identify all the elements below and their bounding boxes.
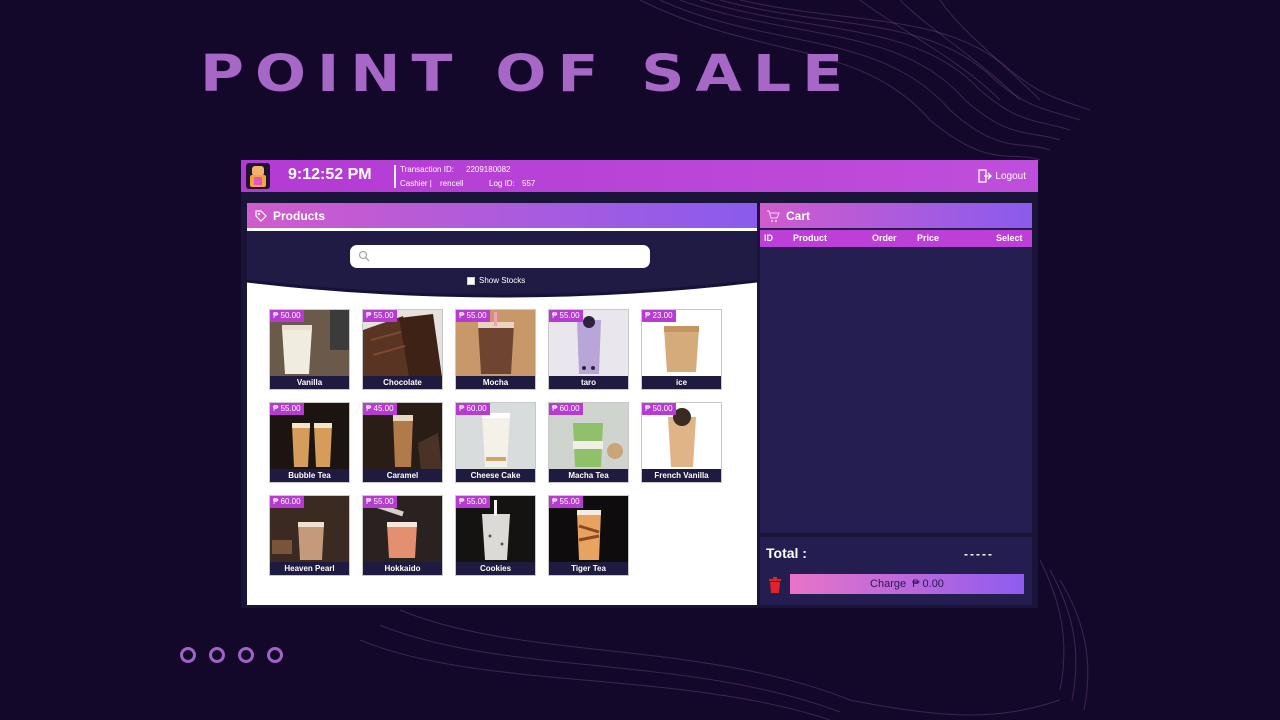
logout-icon (978, 169, 993, 183)
logout-label: Logout (995, 170, 1026, 182)
cart-icon (767, 209, 780, 222)
col-order: Order (872, 233, 897, 243)
product-name: Caramel (363, 469, 442, 482)
search-icon (358, 250, 370, 262)
logout-button[interactable]: Logout (978, 169, 1026, 183)
pagination-dot[interactable] (209, 647, 225, 663)
top-bar: 9:12:52 PM Transaction ID: 2209180082 Ca… (241, 160, 1038, 192)
totals-panel: Total : ----- Charge ₱ 0.00 (760, 537, 1032, 605)
price-tag: ₱ 55.00 (549, 496, 583, 508)
price-tag: ₱ 55.00 (456, 496, 490, 508)
pagination-dots (180, 647, 283, 663)
price-tag: ₱ 60.00 (270, 496, 304, 508)
show-stocks-label: Show Stocks (479, 276, 526, 285)
product-name: Cheese Cake (456, 469, 535, 482)
col-price: Price (917, 233, 940, 243)
product-card-hokkaido[interactable]: ₱ 55.00 Hokkaido (362, 495, 443, 576)
product-card-chocolate[interactable]: ₱ 55.00 Chocolate (362, 309, 443, 390)
trash-icon[interactable] (768, 577, 782, 593)
tag-icon (255, 209, 267, 222)
charge-button[interactable]: Charge ₱ 0.00 (790, 574, 1024, 594)
product-card-ice[interactable]: ₱ 23.00 ice (641, 309, 722, 390)
product-name: Mocha (456, 376, 535, 389)
page-headline: POINT OF SALE (200, 44, 855, 104)
transaction-id-label: Transaction ID: (400, 165, 454, 174)
cart-items-list[interactable] (762, 249, 1030, 531)
product-card-taro[interactable]: ₱ 55.00 taro (548, 309, 629, 390)
cashier-label: Cashier | (400, 179, 432, 188)
col-product: Product (793, 233, 828, 243)
product-card-vanilla[interactable]: ₱ 50.00 Vanilla (269, 309, 350, 390)
price-tag: ₱ 60.00 (549, 403, 583, 415)
log-id-label: Log ID: (489, 179, 515, 188)
price-tag: ₱ 45.00 (363, 403, 397, 415)
pagination-dot[interactable] (267, 647, 283, 663)
search-area: Show Stocks (247, 231, 757, 301)
header-divider (394, 165, 396, 188)
col-id: ID (764, 233, 773, 243)
price-tag: ₱ 55.00 (270, 403, 304, 415)
pagination-dot[interactable] (180, 647, 196, 663)
product-name: Tiger Tea (549, 562, 628, 575)
price-tag: ₱ 23.00 (642, 310, 676, 322)
product-name: Heaven Pearl (270, 562, 349, 575)
product-card-heaven-pearl[interactable]: ₱ 60.00 Heaven Pearl (269, 495, 350, 576)
cashier-name: rencell (440, 179, 464, 188)
product-name: ice (642, 376, 721, 389)
products-title: Products (273, 208, 326, 223)
product-name: Macha Tea (549, 469, 628, 482)
products-header: Products (247, 203, 757, 228)
product-card-cookies[interactable]: ₱ 55.00 Cookies (455, 495, 536, 576)
product-card-mocha[interactable]: ₱ 55.00 Mocha (455, 309, 536, 390)
cart-panel: Cart ID Product Order Price Select (760, 203, 1032, 533)
product-card-cheese-cake[interactable]: ₱ 60.00 Cheese Cake (455, 402, 536, 483)
clock-display: 9:12:52 PM (288, 166, 372, 183)
pagination-dot[interactable] (238, 647, 254, 663)
cart-title: Cart (786, 208, 811, 223)
total-label: Total : (766, 545, 807, 561)
price-tag: ₱ 50.00 (642, 403, 676, 415)
product-name: Cookies (456, 562, 535, 575)
price-tag: ₱ 55.00 (363, 310, 397, 322)
product-card-macha-tea[interactable]: ₱ 60.00 Macha Tea (548, 402, 629, 483)
charge-label: Charge (870, 578, 907, 590)
col-select: Select (996, 233, 1023, 243)
products-panel: Products Show Stocks ₱ 50.00 Vanilla ₱ 5… (247, 203, 757, 605)
price-tag: ₱ 50.00 (270, 310, 304, 322)
product-card-french-vanilla[interactable]: ₱ 50.00 French Vanilla (641, 402, 722, 483)
product-card-bubble-tea[interactable]: ₱ 55.00 Bubble Tea (269, 402, 350, 483)
user-avatar (246, 163, 270, 189)
product-card-tiger-tea[interactable]: ₱ 55.00 Tiger Tea (548, 495, 629, 576)
product-card-caramel[interactable]: ₱ 45.00 Caramel (362, 402, 443, 483)
show-stocks-checkbox[interactable] (467, 276, 475, 285)
log-id-value: 557 (522, 179, 536, 188)
search-input[interactable] (350, 245, 650, 268)
product-name: Chocolate (363, 376, 442, 389)
cart-header: Cart (760, 203, 1032, 228)
pos-window: 9:12:52 PM Transaction ID: 2209180082 Ca… (241, 160, 1038, 608)
product-name: French Vanilla (642, 469, 721, 482)
total-value: ----- (964, 547, 994, 561)
charge-amount: ₱ 0.00 (912, 578, 944, 590)
product-name: taro (549, 376, 628, 389)
price-tag: ₱ 55.00 (549, 310, 583, 322)
product-name: Hokkaido (363, 562, 442, 575)
product-name: Bubble Tea (270, 469, 349, 482)
transaction-id-value: 2209180082 (466, 165, 511, 174)
show-stocks-toggle[interactable]: Show Stocks (467, 276, 525, 285)
cart-table-header: ID Product Order Price Select (760, 230, 1032, 247)
price-tag: ₱ 55.00 (456, 310, 490, 322)
price-tag: ₱ 55.00 (363, 496, 397, 508)
product-name: Vanilla (270, 376, 349, 389)
price-tag: ₱ 60.00 (456, 403, 490, 415)
